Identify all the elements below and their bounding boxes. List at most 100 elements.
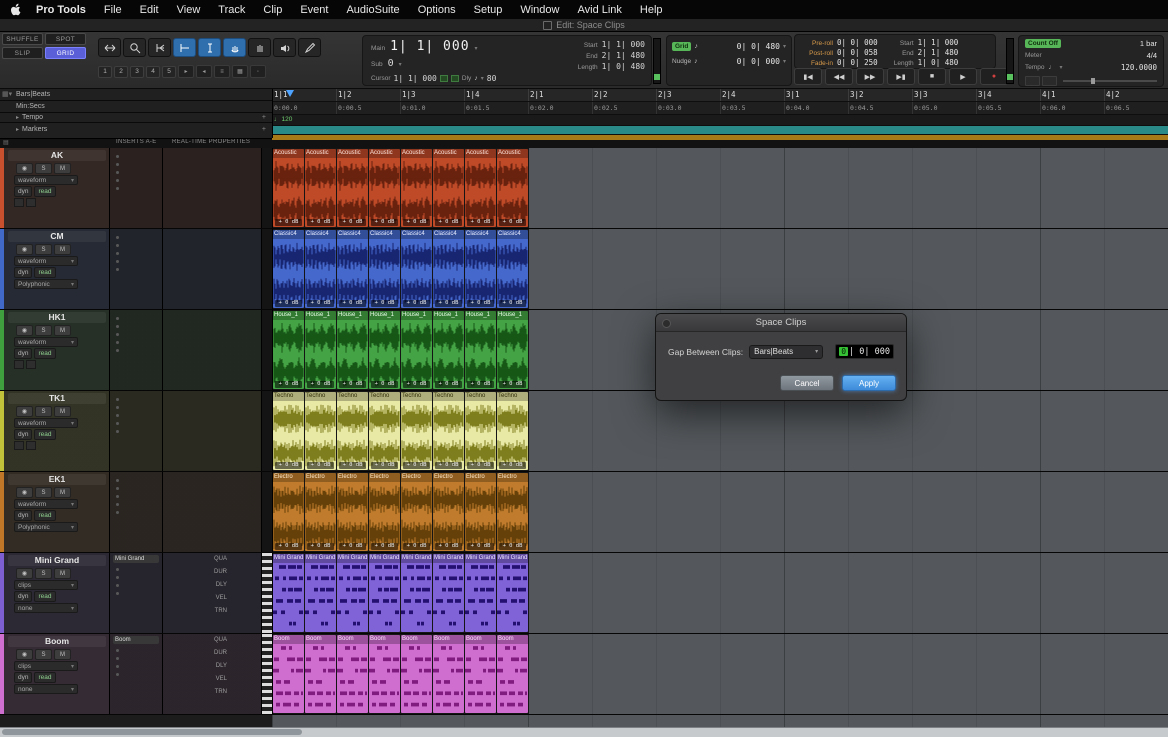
menu-track[interactable]: Track bbox=[209, 4, 254, 16]
clip-electro[interactable]: Electro+ 0 dB bbox=[273, 473, 304, 551]
clip-acoustic[interactable]: Acoustic+ 0 dB bbox=[369, 149, 400, 227]
insert-slot-empty[interactable] bbox=[116, 576, 119, 579]
track-name[interactable]: AK bbox=[8, 150, 106, 161]
rtp-dly[interactable]: DLY bbox=[163, 582, 227, 595]
automation-read-button[interactable]: read bbox=[34, 267, 55, 278]
record-arm-button[interactable]: ◉ bbox=[16, 487, 33, 498]
track-list-icon[interactable]: ▤ bbox=[3, 139, 9, 146]
menu-pro-tools[interactable]: Pro Tools bbox=[27, 4, 95, 16]
insert-slot-empty[interactable] bbox=[116, 252, 119, 255]
mirror-editing-button[interactable]: ◂ bbox=[196, 65, 212, 78]
clip-techno[interactable]: Techno+ 0 dB bbox=[433, 392, 464, 470]
clip-techno[interactable]: Techno+ 0 dB bbox=[369, 392, 400, 470]
zoom-preset-3-button[interactable]: 3 bbox=[130, 66, 144, 78]
min-secs-ruler[interactable]: 0:00.00:00.50:01.00:01.50:02.00:02.50:03… bbox=[272, 102, 1168, 115]
menu-view[interactable]: View bbox=[168, 4, 210, 16]
track-view-selector[interactable]: clips▾ bbox=[14, 580, 78, 590]
solo-button[interactable]: S bbox=[35, 487, 52, 498]
menu-avid-link[interactable]: Avid Link bbox=[568, 4, 630, 16]
count-off-value[interactable]: 1 bar bbox=[1140, 39, 1157, 48]
dialog-close-button[interactable] bbox=[662, 319, 671, 328]
clip-electro[interactable]: Electro+ 0 dB bbox=[465, 473, 496, 551]
track-view-selector[interactable]: waveform▾ bbox=[14, 337, 78, 347]
tl-end-value[interactable]: 2| 1| 480 bbox=[918, 48, 959, 57]
insert-slot-empty[interactable] bbox=[116, 171, 119, 174]
mode-shuffle-button[interactable]: SHUFFLE bbox=[2, 33, 43, 45]
solo-button[interactable]: S bbox=[35, 568, 52, 579]
smart-tool-grabber[interactable] bbox=[223, 38, 246, 57]
track-height-icon[interactable] bbox=[26, 198, 36, 207]
add-tempo-button[interactable]: + bbox=[262, 114, 266, 121]
sel-start-value[interactable]: 1| 1| 000 bbox=[602, 40, 645, 49]
automation-read-button[interactable]: read bbox=[34, 429, 55, 440]
clip-acoustic[interactable]: Acoustic+ 0 dB bbox=[433, 149, 464, 227]
insert-slot-empty[interactable] bbox=[116, 657, 119, 660]
track-header-boom[interactable]: Boom◉SMclips▾dynreadnone▾ bbox=[0, 634, 110, 714]
grid-dropdown-icon[interactable]: ▾ bbox=[783, 43, 786, 50]
automation-read-button[interactable]: read bbox=[34, 510, 55, 521]
clip-house-1[interactable]: House_1+ 0 dB bbox=[273, 311, 304, 389]
zoomer-tool[interactable] bbox=[123, 38, 146, 57]
track-header-hk1[interactable]: HK1◉SMwaveform▾dynread bbox=[0, 310, 110, 390]
insert-slot-empty[interactable] bbox=[116, 398, 119, 401]
track-header-mini-grand[interactable]: Mini Grand◉SMclips▾dynreadnone▾ bbox=[0, 553, 110, 633]
sub-value[interactable]: 0 bbox=[388, 58, 394, 69]
clip-electro[interactable]: Electro+ 0 dB bbox=[305, 473, 336, 551]
rtp-dly[interactable]: DLY bbox=[163, 663, 227, 676]
record-arm-button[interactable]: ◉ bbox=[16, 568, 33, 579]
dialog-titlebar[interactable]: Space Clips bbox=[656, 314, 906, 332]
menu-help[interactable]: Help bbox=[631, 4, 672, 16]
clip-boom[interactable]: Boom bbox=[305, 635, 336, 713]
automation-dyn-button[interactable]: dyn bbox=[14, 186, 32, 197]
clip-techno[interactable]: Techno+ 0 dB bbox=[401, 392, 432, 470]
trimmer-tool[interactable] bbox=[148, 38, 171, 57]
insert-slot-empty[interactable] bbox=[116, 155, 119, 158]
main-value[interactable]: 1| 1| 000 bbox=[390, 39, 469, 54]
markers-expand-icon[interactable]: ▸ bbox=[16, 126, 19, 133]
clip-mini-grand[interactable]: Mini Grand bbox=[369, 554, 400, 632]
rtp-dur[interactable]: DUR bbox=[163, 569, 227, 582]
mute-button[interactable]: M bbox=[54, 163, 71, 174]
sub-counter[interactable]: Sub 0 ▾ bbox=[371, 58, 402, 69]
track-view-selector[interactable]: waveform▾ bbox=[14, 175, 78, 185]
cancel-button[interactable]: Cancel bbox=[780, 375, 834, 391]
markers-ruler[interactable] bbox=[272, 126, 1168, 135]
record-arm-button[interactable]: ◉ bbox=[16, 325, 33, 336]
clip-mini-grand[interactable]: Mini Grand bbox=[433, 554, 464, 632]
clip-house-1[interactable]: House_1+ 0 dB bbox=[497, 311, 528, 389]
ffwd-button[interactable]: ▶▶ bbox=[856, 68, 884, 85]
track-lane-empty[interactable] bbox=[529, 472, 1168, 552]
track-height-icon[interactable] bbox=[26, 441, 36, 450]
note-dropdown-icon[interactable]: ▾ bbox=[481, 75, 484, 82]
insert-slot-empty[interactable] bbox=[116, 430, 119, 433]
automation-dyn-button[interactable]: dyn bbox=[14, 429, 32, 440]
tempo-ruler-label[interactable]: ▸Tempo+ bbox=[0, 113, 272, 123]
insert-slot-empty[interactable] bbox=[116, 187, 119, 190]
insert-slot-empty[interactable] bbox=[116, 503, 119, 506]
clip-classic4[interactable]: Classic4+ 0 dB bbox=[369, 230, 400, 308]
clip-electro[interactable]: Electro+ 0 dB bbox=[433, 473, 464, 551]
clip-classic4[interactable]: Classic4+ 0 dB bbox=[497, 230, 528, 308]
clip-mini-grand[interactable]: Mini Grand bbox=[497, 554, 528, 632]
automation-dyn-button[interactable]: dyn bbox=[14, 591, 32, 602]
tempo-slider-handle[interactable] bbox=[1091, 78, 1095, 84]
insert-slot[interactable]: Boom bbox=[113, 636, 159, 644]
elastic-audio-icon[interactable] bbox=[14, 198, 24, 207]
end-button[interactable]: ▶▮ bbox=[887, 68, 915, 85]
clip-acoustic[interactable]: Acoustic+ 0 dB bbox=[337, 149, 368, 227]
clip-boom[interactable]: Boom bbox=[369, 635, 400, 713]
window-titlebar[interactable]: Edit: Space Clips bbox=[0, 19, 1168, 32]
track-lane-empty[interactable] bbox=[529, 229, 1168, 309]
menu-clip[interactable]: Clip bbox=[254, 4, 291, 16]
pre-roll-value[interactable]: 0| 0| 000 bbox=[837, 38, 878, 47]
clip-house-1[interactable]: House_1+ 0 dB bbox=[305, 311, 336, 389]
rtp-trn[interactable]: TRN bbox=[163, 689, 227, 702]
tempo-value[interactable]: 120.0000 bbox=[1121, 63, 1157, 72]
rtp-qua[interactable]: QUA bbox=[163, 637, 227, 650]
record-arm-button[interactable]: ◉ bbox=[16, 649, 33, 660]
mute-button[interactable]: M bbox=[54, 649, 71, 660]
clip-mini-grand[interactable]: Mini Grand bbox=[401, 554, 432, 632]
markers-ruler-label[interactable]: ▸Markers+ bbox=[0, 123, 272, 136]
play-button[interactable]: ▶ bbox=[949, 68, 977, 85]
nudge-value[interactable]: 0| 0| 000 bbox=[737, 57, 780, 66]
